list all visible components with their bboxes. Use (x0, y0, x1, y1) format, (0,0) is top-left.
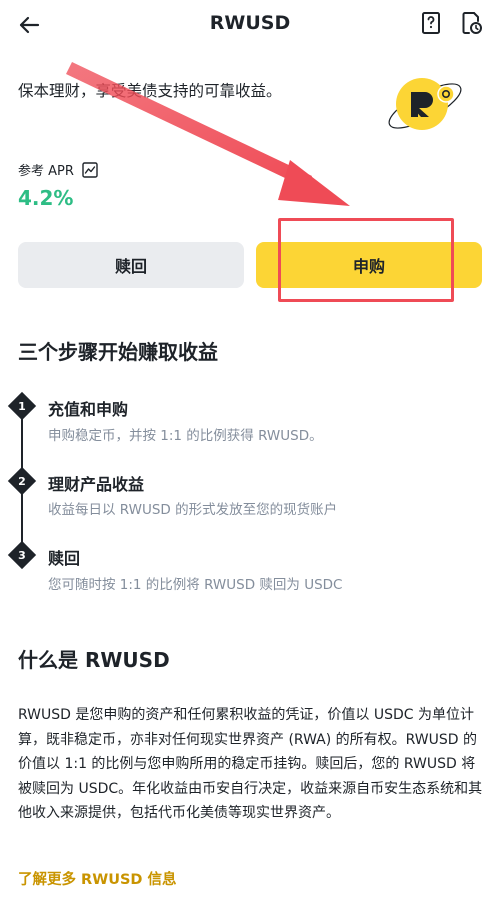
annotation-highlight-box (278, 218, 454, 302)
step-3-title: 赎回 (48, 549, 81, 568)
chart-trend-icon[interactable] (82, 161, 98, 178)
apr-label: 参考 APR (18, 160, 98, 179)
rwusd-logo (384, 70, 468, 140)
what-is-body: RWUSD 是您申购的资产和任何累积收益的凭证，价值以 USDC 为单位计算，既… (18, 707, 483, 821)
step-2-number: 2 (18, 474, 26, 488)
step-1-desc: 申购稳定币，并按 1:1 的比例获得 RWUSD。 (48, 428, 323, 444)
help-book-icon (422, 12, 440, 34)
order-history-icon (462, 12, 482, 34)
rwusd-coin-icon (388, 78, 462, 130)
step-2-desc: 收益每日以 RWUSD 的形式发放至您的现货账户 (48, 502, 338, 518)
steps-section-title: 三个步骤开始赚取收益 (18, 340, 218, 364)
step-3-number: 3 (18, 548, 26, 562)
apr-label-text: 参考 APR (18, 164, 74, 179)
learn-more-link[interactable]: 了解更多 RWUSD 信息 (18, 868, 177, 889)
history-button[interactable] (458, 10, 484, 36)
apr-value: 4.2% (18, 186, 74, 210)
step-1-title: 充值和申购 (48, 400, 129, 419)
help-guide-button[interactable] (418, 10, 444, 36)
product-intro: 保本理财，享受美债支持的可靠收益。 (18, 82, 282, 100)
redeem-button[interactable]: 赎回 (18, 242, 244, 288)
what-is-title: 什么是 RWUSD (18, 648, 170, 672)
step-2-title: 理财产品收益 (48, 475, 145, 494)
step-3-desc: 您可随时按 1:1 的比例将 RWUSD 赎回为 USDC (48, 577, 343, 593)
top-bar: RWUSD (0, 0, 500, 50)
step-1-number: 1 (18, 399, 26, 413)
